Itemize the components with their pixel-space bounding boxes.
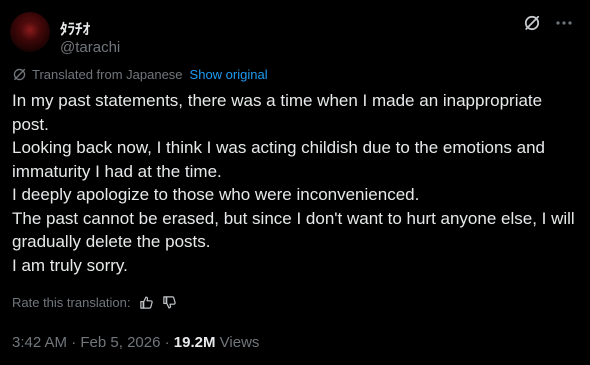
post-time[interactable]: 3:42 AM	[12, 334, 67, 351]
views-label: Views	[219, 334, 260, 351]
post-line: In my past statements, there was a time …	[12, 91, 543, 134]
author-display-name[interactable]: ﾀﾗﾁｵ	[60, 18, 90, 39]
translation-notice: Translated from Japanese Show original	[12, 67, 268, 82]
post-line: I am truly sorry.	[12, 255, 128, 275]
post-date[interactable]: Feb 5, 2026	[80, 334, 160, 351]
avatar[interactable]	[10, 12, 50, 52]
post-line: I deeply apologize to those who were inc…	[12, 185, 420, 204]
post-line: The past cannot be erased, but since I d…	[12, 208, 575, 252]
translation-label: Translated from Japanese	[32, 67, 183, 82]
globe-icon	[13, 68, 26, 81]
show-original-link[interactable]: Show original	[190, 67, 268, 82]
meta-separator: ·	[164, 334, 170, 351]
views-count[interactable]: 19.2M	[174, 334, 216, 351]
post-meta: 3:42 AM · Feb 5, 2026 · 19.2M Views	[12, 334, 259, 351]
post-header: ﾀﾗﾁｵ @tarachi	[10, 8, 580, 56]
thumbs-up-icon[interactable]	[139, 295, 154, 310]
rate-translation: Rate this translation:	[12, 295, 177, 310]
more-icon[interactable]	[554, 13, 574, 33]
thumbs-down-icon[interactable]	[162, 295, 177, 310]
post-text: In my past statements, there was a time …	[12, 89, 582, 277]
grok-icon[interactable]	[522, 13, 542, 33]
post-line: Looking back now, I think I was acting c…	[12, 138, 545, 181]
rate-label: Rate this translation:	[12, 295, 131, 310]
meta-separator: ·	[71, 334, 77, 351]
author-handle[interactable]: @tarachi	[60, 39, 120, 56]
